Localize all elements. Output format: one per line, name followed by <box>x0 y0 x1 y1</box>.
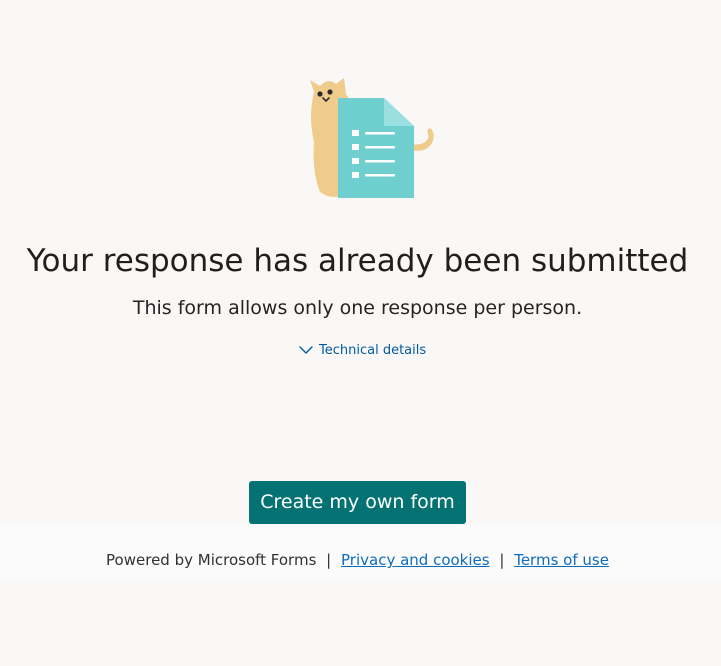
powered-by-text: Powered by Microsoft Forms <box>106 551 317 569</box>
technical-details-toggle[interactable]: Technical details <box>299 338 426 362</box>
page: Your response has already been submitted… <box>0 0 721 666</box>
footer-separator: | <box>326 551 332 569</box>
page-subtitle: This form allows only one response per p… <box>132 297 583 319</box>
footer: Powered by Microsoft Forms | Privacy and… <box>0 547 715 573</box>
terms-of-use-link[interactable]: Terms of use <box>514 551 609 569</box>
create-my-own-form-button[interactable]: Create my own form <box>249 481 466 524</box>
page-title: Your response has already been submitted <box>26 243 689 279</box>
cat-with-form-illustration <box>310 78 434 198</box>
footer-separator: | <box>499 551 505 569</box>
chevron-down-icon <box>299 346 313 354</box>
privacy-and-cookies-link[interactable]: Privacy and cookies <box>341 551 490 569</box>
technical-details-label: Technical details <box>319 342 427 358</box>
